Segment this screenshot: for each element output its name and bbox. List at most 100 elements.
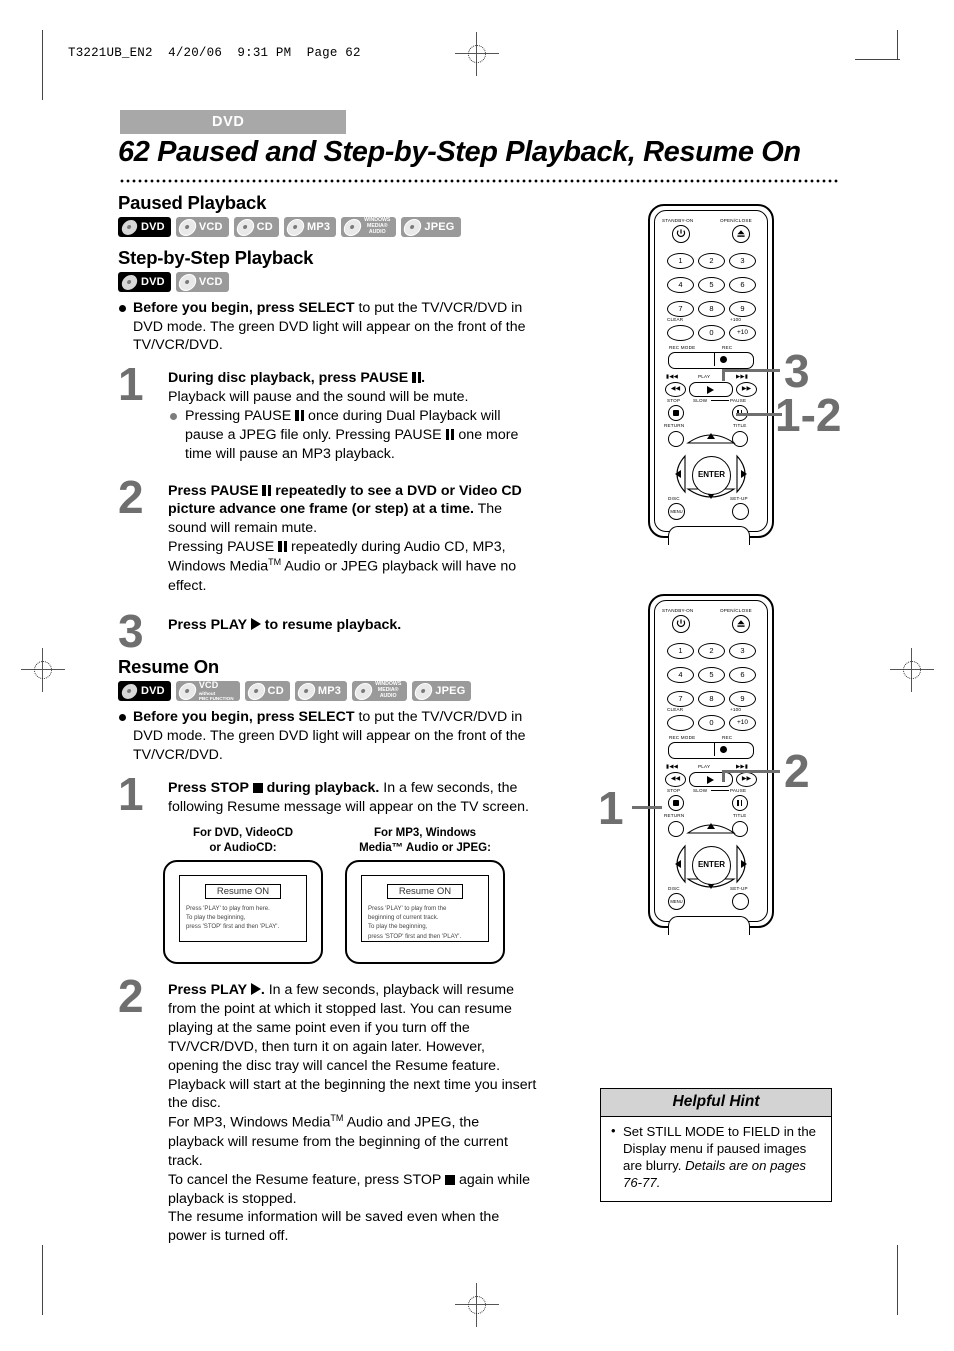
enter-button[interactable]: ENTER [692, 846, 731, 885]
tv-example-mp3: For MP3, Windows Media™ Audio or JPEG: R… [345, 826, 505, 965]
number-button-3[interactable]: 3 [729, 253, 756, 269]
number-button-8[interactable]: 8 [698, 691, 725, 707]
cursor-up-button[interactable] [686, 817, 736, 835]
number-button-2[interactable]: 2 [698, 643, 725, 659]
standby-on-label: STANDBY-ON [662, 218, 694, 223]
eject-icon [737, 620, 745, 627]
enter-button[interactable]: ENTER [692, 456, 731, 495]
disc-icon [296, 682, 317, 700]
disc-icon [342, 218, 363, 236]
crop-mark-top-right [897, 30, 898, 60]
clear-label: CLEAR [667, 707, 684, 712]
return-button[interactable] [668, 821, 684, 837]
number-button-5[interactable]: 5 [698, 277, 725, 293]
badge-row-step-by-step: DVD VCD [118, 272, 538, 292]
number-button-9[interactable]: 9 [729, 301, 756, 317]
badge-windows-media-audio: WINDOWS MEDIA® AUDIO [352, 681, 408, 702]
open-close-button[interactable] [732, 615, 750, 633]
plus-10-button[interactable]: +10 [729, 325, 756, 341]
plus-100-label: +100 [730, 707, 742, 712]
stop-button[interactable] [668, 405, 684, 421]
number-button-4[interactable]: 4 [667, 667, 694, 683]
skip-prev-label: ▮◀◀ [666, 374, 679, 380]
rewind-button[interactable]: ◀◀ [665, 772, 686, 787]
standby-on-button[interactable] [672, 225, 690, 243]
cursor-right-button[interactable] [735, 454, 753, 494]
rec-button-dot[interactable] [720, 356, 727, 363]
rec-mode-label: REC MODE [669, 345, 696, 350]
number-button-9[interactable]: 9 [729, 691, 756, 707]
number-button-6[interactable]: 6 [729, 667, 756, 683]
callout-1: 1 [598, 782, 624, 834]
pause-label: PAUSE [730, 788, 747, 793]
play-button[interactable] [689, 382, 733, 397]
pause-icon [412, 372, 422, 384]
standby-on-label: STANDBY-ON [662, 608, 694, 613]
badge-vcd: VCD [175, 217, 229, 237]
step-1-subbullet: Pressing PAUSE once during Dual Playback… [168, 407, 538, 464]
return-label: RETURN [664, 423, 685, 428]
disc-icon [177, 218, 198, 236]
file-header-stamp: T3221UB_EN2 4/20/06 9:31 PM Page 62 [68, 46, 361, 60]
tv-screen-examples: For DVD, VideoCD or AudioCD: Resume ON P… [163, 826, 538, 965]
rec-mode-rec-bar[interactable] [668, 742, 754, 759]
number-button-3[interactable]: 3 [729, 643, 756, 659]
setup-button[interactable] [732, 893, 749, 910]
cursor-left-button[interactable] [669, 454, 687, 494]
disc-menu-label: DISC [668, 886, 680, 891]
badge-cd: CD [233, 217, 279, 237]
number-button-4[interactable]: 4 [667, 277, 694, 293]
standby-on-button[interactable] [672, 615, 690, 633]
badge-mp3: MP3 [294, 681, 348, 702]
rewind-button[interactable]: ◀◀ [665, 382, 686, 397]
rec-button-dot[interactable] [720, 746, 727, 753]
step-1-paused: 1 During disc playback, press PAUSE . Pl… [118, 361, 538, 464]
disc-icon [285, 218, 306, 236]
callout-leader-2-v [722, 770, 725, 782]
badge-windows-media-audio: WINDOWS MEDIA® AUDIO [341, 217, 397, 237]
number-button-7[interactable]: 7 [667, 691, 694, 707]
setup-button[interactable] [732, 503, 749, 520]
open-close-button[interactable] [732, 225, 750, 243]
clear-button[interactable] [667, 715, 694, 731]
rec-mode-rec-bar[interactable] [668, 352, 754, 369]
number-button-2[interactable]: 2 [698, 253, 725, 269]
cursor-up-button[interactable] [686, 427, 736, 445]
crop-mark-top-right-h [855, 59, 900, 60]
page-title: 62 Paused and Step-by-Step Playback, Res… [118, 136, 801, 168]
play-button[interactable] [689, 772, 733, 787]
number-button-1[interactable]: 1 [667, 253, 694, 269]
cursor-right-button[interactable] [735, 844, 753, 884]
plus-10-button[interactable]: +10 [729, 715, 756, 731]
content-column: Paused Playback DVD VCD CD MP3 WINDOWS M… [118, 192, 538, 1246]
fast-forward-button[interactable]: ▶▶ [736, 772, 757, 787]
remote-control-bottom: STANDBY-ON OPEN/CLOSE 1 2 3 4 5 6 7 8 9 … [648, 594, 774, 935]
stop-button[interactable] [668, 795, 684, 811]
before-you-begin-note: Before you begin, press SELECT to put th… [118, 299, 538, 355]
number-button-7[interactable]: 7 [667, 301, 694, 317]
setup-label: SET-UP [730, 496, 748, 501]
step-3-lead: Press PLAY to resume playback. [168, 616, 402, 633]
before-you-begin-bold: Before you begin, press SELECT [133, 709, 355, 726]
return-button[interactable] [668, 431, 684, 447]
enter-label: ENTER [697, 470, 726, 479]
badge-row-resume-on: DVD VCD without PBC FUNCTION CD MP3 WIND… [118, 680, 538, 702]
number-button-5[interactable]: 5 [698, 667, 725, 683]
number-button-8[interactable]: 8 [698, 301, 725, 317]
disc-menu-button[interactable]: MENU [668, 893, 685, 910]
number-button-1[interactable]: 1 [667, 643, 694, 659]
disc-menu-button[interactable]: MENU [668, 503, 685, 520]
play-icon [250, 983, 261, 996]
number-button-6[interactable]: 6 [729, 277, 756, 293]
number-button-0[interactable]: 0 [698, 715, 725, 731]
fast-forward-button[interactable]: ▶▶ [736, 382, 757, 397]
cursor-left-button[interactable] [669, 844, 687, 884]
number-button-0[interactable]: 0 [698, 325, 725, 341]
badge-jpeg: JPEG [401, 217, 461, 237]
step-1-body: Playback will pause and the sound will b… [168, 389, 469, 406]
disc-icon [119, 273, 140, 291]
callout-leader-3 [722, 369, 780, 372]
disc-menu-label: DISC [668, 496, 680, 501]
pause-button[interactable] [732, 795, 748, 811]
clear-button[interactable] [667, 325, 694, 341]
